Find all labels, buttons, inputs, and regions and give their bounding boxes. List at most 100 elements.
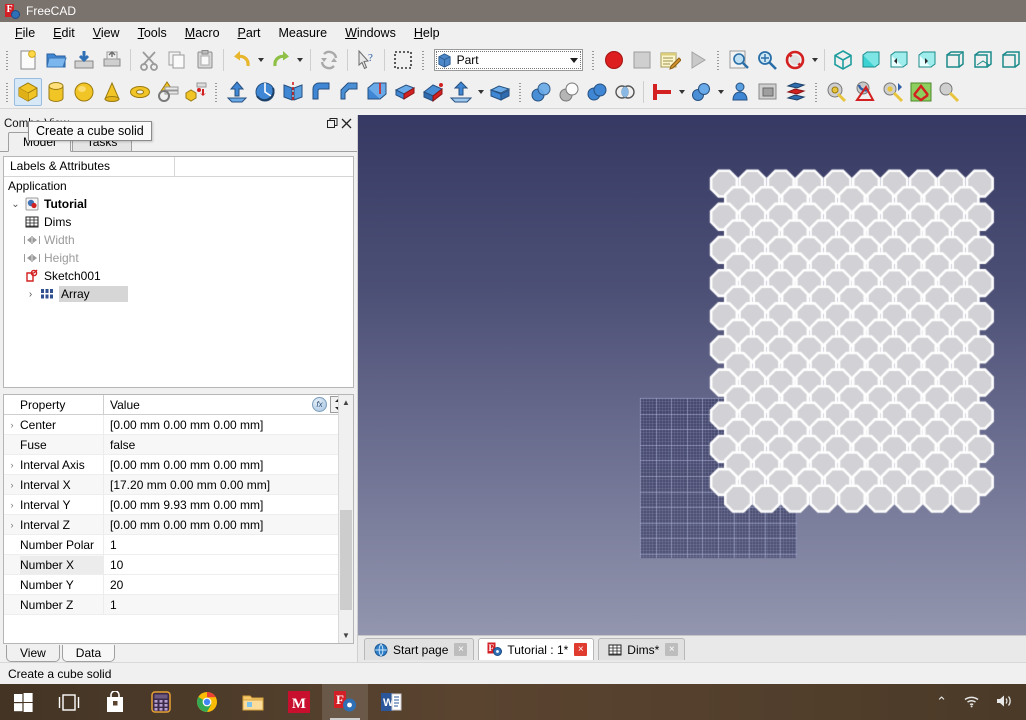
- start-button[interactable]: [0, 684, 46, 720]
- scroll-down-icon[interactable]: ▼: [339, 628, 353, 643]
- chevron-right-icon[interactable]: ›: [4, 460, 20, 470]
- compound-filter-icon[interactable]: [754, 78, 782, 106]
- property-row-interval-axis[interactable]: ›Interval Axis [0.00 mm 0.00 mm 0.00 mm]: [4, 455, 353, 475]
- ruled-surface-icon[interactable]: [363, 78, 391, 106]
- property-row-fuse[interactable]: Fuse false: [4, 435, 353, 455]
- draw-style-icon[interactable]: [781, 46, 809, 74]
- fit-all-icon[interactable]: [725, 46, 753, 74]
- tree-item-array[interactable]: › Array: [4, 285, 353, 303]
- scroll-up-icon[interactable]: ▲: [339, 395, 353, 410]
- draw-style-dropdown-icon[interactable]: [809, 47, 820, 73]
- paste-icon[interactable]: [191, 46, 219, 74]
- workbench-selector[interactable]: Part: [434, 49, 584, 71]
- property-row-number-y[interactable]: Number Y 20: [4, 575, 353, 595]
- 3d-scene-canvas[interactable]: [358, 115, 1020, 617]
- restore-icon[interactable]: [325, 117, 339, 131]
- macro-stop-icon[interactable]: [628, 46, 656, 74]
- close-icon[interactable]: ×: [574, 643, 587, 656]
- tree-item-height[interactable]: Height: [4, 249, 353, 267]
- cut-icon[interactable]: [135, 46, 163, 74]
- menu-view[interactable]: View: [84, 23, 129, 43]
- right-view-icon[interactable]: [913, 46, 941, 74]
- primitives-icon[interactable]: [182, 78, 210, 106]
- measure-toggle-all-icon[interactable]: [907, 78, 935, 106]
- chevron-right-icon[interactable]: ›: [4, 520, 20, 530]
- front-view-icon[interactable]: [857, 46, 885, 74]
- mendeley-button[interactable]: M: [276, 684, 322, 720]
- join-dropdown-icon[interactable]: [676, 79, 687, 105]
- property-value-input[interactable]: 10: [104, 555, 353, 574]
- split-dropdown-icon[interactable]: [715, 79, 726, 105]
- boolean-icon[interactable]: [527, 78, 555, 106]
- section-dropdown-icon[interactable]: [475, 79, 486, 105]
- axonometric-view-icon[interactable]: [829, 46, 857, 74]
- chevron-down-icon[interactable]: ⌄: [8, 199, 23, 210]
- torus-icon[interactable]: [126, 78, 154, 106]
- chrome-button[interactable]: [184, 684, 230, 720]
- calculator-button[interactable]: [138, 684, 184, 720]
- tree-item-tutorial[interactable]: ⌄ Tutorial: [4, 195, 353, 213]
- close-icon[interactable]: [339, 117, 353, 131]
- task-view-button[interactable]: [46, 684, 92, 720]
- box-icon[interactable]: [14, 78, 42, 106]
- top-view-icon[interactable]: [885, 46, 913, 74]
- tab-start-page[interactable]: Start page ×: [364, 638, 474, 660]
- scrollbar-thumb[interactable]: [340, 510, 352, 610]
- fillet-icon[interactable]: [307, 78, 335, 106]
- bottom-view-icon[interactable]: [969, 46, 997, 74]
- cylinder-icon[interactable]: [42, 78, 70, 106]
- macro-edit-icon[interactable]: [656, 46, 684, 74]
- close-icon[interactable]: ×: [665, 643, 678, 656]
- property-value[interactable]: 1: [104, 535, 353, 554]
- property-value[interactable]: 1: [104, 595, 353, 614]
- property-row-interval-z[interactable]: ›Interval Z [0.00 mm 0.00 mm 0.00 mm]: [4, 515, 353, 535]
- redo-icon[interactable]: [267, 46, 295, 74]
- menu-measure[interactable]: Measure: [269, 23, 336, 43]
- chevron-right-icon[interactable]: ›: [4, 480, 20, 490]
- menu-macro[interactable]: Macro: [176, 23, 229, 43]
- mirror-icon[interactable]: [279, 78, 307, 106]
- measure-grip[interactable]: [813, 81, 820, 103]
- chevron-right-icon[interactable]: ›: [23, 289, 38, 300]
- word-button[interactable]: W: [368, 684, 414, 720]
- fit-selection-icon[interactable]: [753, 46, 781, 74]
- copy-icon[interactable]: [163, 46, 191, 74]
- cut-boolean-icon[interactable]: [555, 78, 583, 106]
- thickness-icon[interactable]: [486, 78, 514, 106]
- property-row-number-z[interactable]: Number Z 1: [4, 595, 353, 615]
- property-row-number-x[interactable]: Number X 10 fx: [4, 555, 353, 575]
- workbench-toolbar-grip[interactable]: [420, 49, 427, 71]
- toolbar-grip[interactable]: [4, 49, 11, 71]
- new-document-icon[interactable]: [14, 46, 42, 74]
- menu-file[interactable]: File: [6, 23, 44, 43]
- menu-windows[interactable]: Windows: [336, 23, 405, 43]
- tab-dims[interactable]: Dims* ×: [598, 638, 685, 660]
- cone-icon[interactable]: [98, 78, 126, 106]
- property-value[interactable]: [17.20 mm 0.00 mm 0.00 mm]: [104, 475, 353, 494]
- split-icon[interactable]: [687, 78, 715, 106]
- undo-dropdown-icon[interactable]: [256, 47, 267, 73]
- chevron-up-icon[interactable]: ⌃: [928, 694, 955, 710]
- shape-builder-icon[interactable]: [154, 78, 182, 106]
- redo-dropdown-icon[interactable]: [295, 47, 306, 73]
- expression-editor-icon[interactable]: fx: [312, 397, 327, 412]
- open-document-icon[interactable]: [42, 46, 70, 74]
- save-document-icon[interactable]: [70, 46, 98, 74]
- property-value[interactable]: [0.00 mm 9.93 mm 0.00 mm]: [104, 495, 353, 514]
- join-connect-icon[interactable]: [648, 78, 676, 106]
- compound-icon[interactable]: [726, 78, 754, 106]
- microsoft-store-button[interactable]: [92, 684, 138, 720]
- menu-tools[interactable]: Tools: [129, 23, 176, 43]
- chamfer-icon[interactable]: [335, 78, 363, 106]
- property-value[interactable]: [0.00 mm 0.00 mm 0.00 mm]: [104, 455, 353, 474]
- loft-icon[interactable]: [391, 78, 419, 106]
- macro-execute-icon[interactable]: [684, 46, 712, 74]
- property-value[interactable]: 20: [104, 575, 353, 594]
- macro-toolbar-grip[interactable]: [590, 49, 597, 71]
- sweep-icon[interactable]: [419, 78, 447, 106]
- menu-edit[interactable]: Edit: [44, 23, 84, 43]
- property-value[interactable]: false: [104, 435, 353, 454]
- property-scrollbar[interactable]: ▲ ▼: [338, 395, 353, 643]
- chevron-right-icon[interactable]: ›: [4, 500, 20, 510]
- explode-icon[interactable]: [782, 78, 810, 106]
